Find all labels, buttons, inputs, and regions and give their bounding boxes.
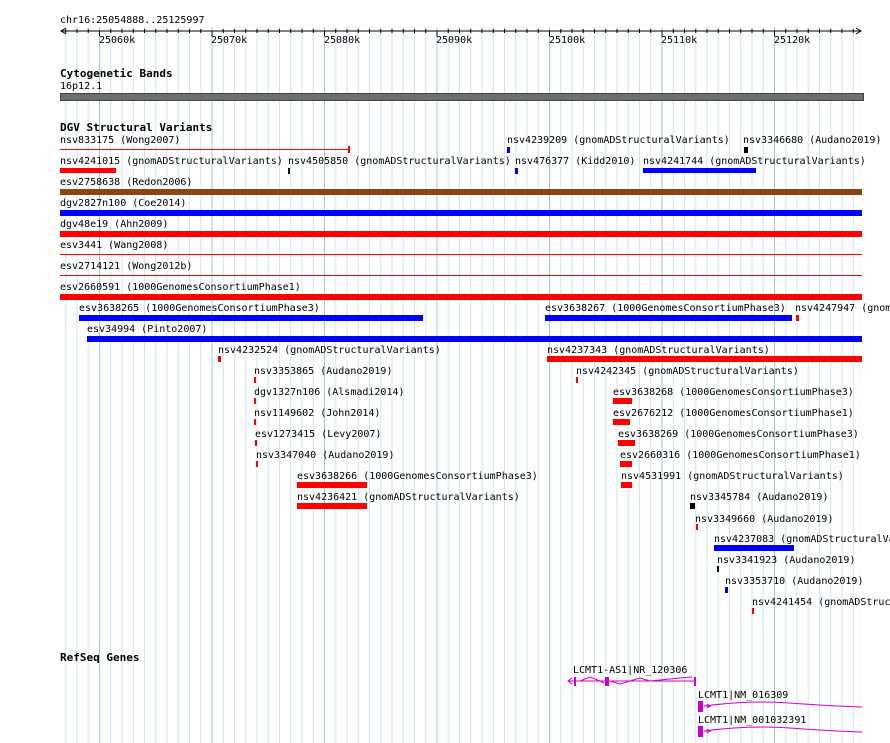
variant-bar[interactable]: [60, 254, 862, 255]
variant-label[interactable]: nsv3347040 (Audano2019): [256, 450, 394, 461]
variant-bar[interactable]: [60, 149, 349, 150]
variant-bar[interactable]: [796, 315, 799, 321]
variant-bar[interactable]: [752, 608, 754, 614]
ruler-tick-label: 25060k: [99, 35, 136, 46]
variant-label[interactable]: nsv476377 (Kidd2010): [515, 156, 635, 167]
track-title-cytoband[interactable]: Cytogenetic Bands: [60, 68, 173, 80]
variant-label[interactable]: nsv833175 (Wong2007): [60, 135, 180, 146]
variant-label[interactable]: nsv4236421 (gnomADStructuralVariants): [297, 492, 520, 503]
variant-bar[interactable]: [254, 377, 256, 383]
ruler-tick-label: 25080k: [324, 35, 361, 46]
variant-label[interactable]: nsv3346680 (Audano2019): [743, 135, 881, 146]
ruler-tick-label: 25090k: [436, 35, 473, 46]
ruler-tick-label: 25100k: [549, 35, 586, 46]
variant-label[interactable]: esv3638265 (1000GenomesConsortiumPhase3): [79, 303, 320, 314]
variant-label[interactable]: nsv4232524 (gnomADStructuralVariants): [218, 345, 441, 356]
variant-bar-end: [348, 146, 350, 153]
variant-bar[interactable]: [60, 210, 862, 216]
variant-label[interactable]: nsv4237343 (gnomADStructuralVariants): [547, 345, 770, 356]
variant-label[interactable]: nsv4531991 (gnomADStructuralVariants): [621, 471, 844, 482]
variant-bar[interactable]: [576, 377, 578, 383]
variant-label[interactable]: nsv3349660 (Audano2019): [695, 514, 833, 525]
variant-label[interactable]: esv2676212 (1000GenomesConsortiumPhase1): [613, 408, 854, 419]
variant-label[interactable]: esv2660316 (1000GenomesConsortiumPhase1): [620, 450, 861, 461]
variant-bar[interactable]: [613, 419, 630, 425]
gene-model-lcmt1-as1[interactable]: [560, 672, 700, 692]
variant-bar[interactable]: [60, 231, 862, 237]
variant-bar[interactable]: [515, 168, 518, 174]
variant-bar[interactable]: [60, 168, 116, 173]
variant-bar[interactable]: [79, 315, 423, 321]
ruler-tick-label: 25070k: [211, 35, 248, 46]
variant-bar[interactable]: [60, 294, 862, 300]
variant-bar[interactable]: [87, 336, 862, 342]
variant-bar[interactable]: [547, 356, 862, 362]
variant-bar[interactable]: [643, 168, 756, 173]
variant-label[interactable]: esv3638269 (1000GenomesConsortiumPhase3): [618, 429, 859, 440]
variant-bar[interactable]: [297, 482, 367, 488]
variant-bar[interactable]: [714, 545, 794, 551]
track-title-refseq[interactable]: RefSeq Genes: [60, 652, 139, 664]
variant-bar[interactable]: [256, 461, 258, 467]
variant-bar[interactable]: [725, 587, 728, 593]
variant-bar[interactable]: [717, 566, 719, 572]
variant-bar[interactable]: [618, 440, 635, 446]
variant-label[interactable]: dgv1327n106 (Alsmadi2014): [254, 387, 405, 398]
variant-bar[interactable]: [620, 461, 632, 467]
cytoband-label: 16p12.1: [60, 81, 103, 92]
variant-bar[interactable]: [297, 503, 367, 509]
variant-label[interactable]: nsv3353710 (Audano2019): [725, 576, 863, 587]
variant-label[interactable]: esv3638266 (1000GenomesConsortiumPhase3): [297, 471, 538, 482]
variant-label[interactable]: nsv4241744 (gnomADStructuralVariants): [643, 156, 866, 167]
variant-bar[interactable]: [696, 524, 698, 530]
variant-label[interactable]: nsv4241015 (gnomADStructuralVariants): [60, 156, 283, 167]
variant-bar[interactable]: [254, 398, 256, 404]
variant-label[interactable]: dgv2827n100 (Coe2014): [60, 198, 186, 209]
variant-label[interactable]: dgv48e19 (Ahn2009): [60, 219, 168, 230]
variant-bar[interactable]: [507, 147, 510, 153]
variant-label[interactable]: esv3441 (Wang2008): [60, 240, 168, 251]
track-title-dgv[interactable]: DGV Structural Variants: [60, 122, 212, 134]
variant-bar[interactable]: [255, 440, 257, 446]
variant-bar[interactable]: [545, 315, 792, 321]
variant-label[interactable]: esv1273415 (Levy2007): [255, 429, 381, 440]
variant-label[interactable]: nsv4241454 (gnomADStruc: [752, 597, 890, 608]
variant-label[interactable]: nsv4237083 (gnomADStructuralVa: [714, 534, 890, 545]
ruler-tick-label: 25120k: [774, 35, 811, 46]
variant-label[interactable]: esv34994 (Pinto2007): [87, 324, 207, 335]
gene-model-lcmt1-nm016309[interactable]: [690, 698, 862, 716]
variant-label[interactable]: nsv4242345 (gnomADStructuralVariants): [576, 366, 799, 377]
variant-bar[interactable]: [613, 398, 632, 404]
cytoband-bar[interactable]: [60, 93, 864, 101]
variant-label[interactable]: nsv4505850 (gnomADStructuralVariants): [288, 156, 511, 167]
ruler-tick-label: 25110k: [661, 35, 698, 46]
variant-bar[interactable]: [288, 168, 290, 174]
variant-label[interactable]: esv2758638 (Redon2006): [60, 177, 192, 188]
variant-bar[interactable]: [60, 275, 862, 276]
variant-label[interactable]: nsv1149602 (John2014): [254, 408, 380, 419]
variant-bar[interactable]: [621, 482, 632, 488]
variant-bar[interactable]: [690, 503, 695, 509]
variant-label[interactable]: nsv3341923 (Audano2019): [717, 555, 855, 566]
variant-label[interactable]: nsv3345784 (Audano2019): [690, 492, 828, 503]
variant-bar[interactable]: [218, 356, 221, 362]
variant-bar[interactable]: [60, 189, 862, 195]
variant-label[interactable]: esv2660591 (1000GenomesConsortiumPhase1): [60, 282, 301, 293]
variant-label[interactable]: esv3638267 (1000GenomesConsortiumPhase3): [545, 303, 786, 314]
variant-bar[interactable]: [744, 147, 748, 153]
coordinate-ruler[interactable]: [0, 0, 890, 60]
variant-bar[interactable]: [254, 419, 256, 425]
gene-model-lcmt1-nm001032391[interactable]: [690, 723, 862, 741]
variant-label[interactable]: esv2714121 (Wong2012b): [60, 261, 192, 272]
variant-label[interactable]: nsv4239209 (gnomADStructuralVariants): [507, 135, 730, 146]
variant-label[interactable]: nsv3353865 (Audano2019): [254, 366, 392, 377]
variant-label[interactable]: esv3638268 (1000GenomesConsortiumPhase3): [613, 387, 854, 398]
variant-label[interactable]: nsv4247947 (gnom: [795, 303, 890, 314]
